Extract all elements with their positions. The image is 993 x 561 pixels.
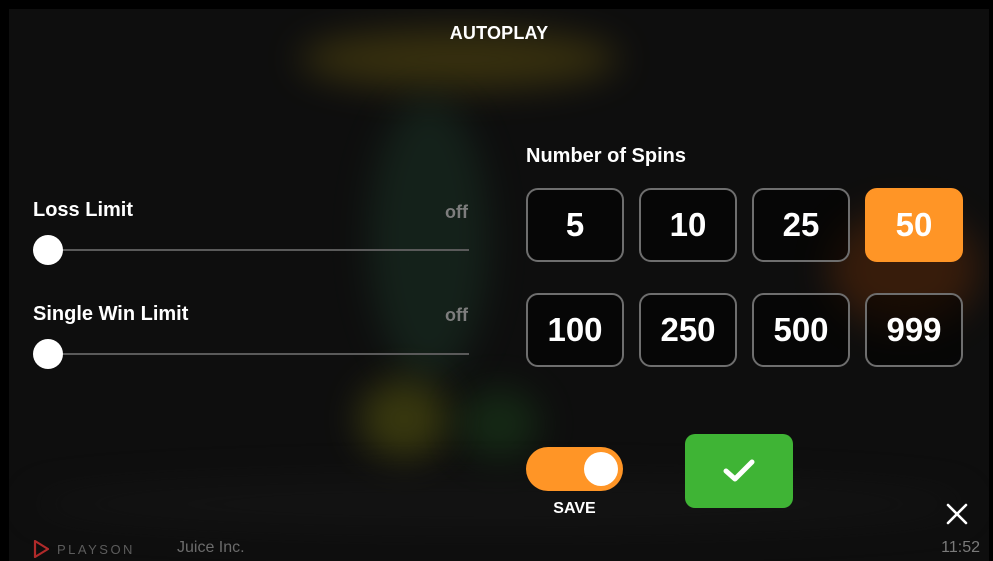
dialog-title: AUTOPLAY <box>449 23 549 43</box>
spin-option-button[interactable]: 500 <box>752 293 850 367</box>
brand-name: PLAYSON <box>57 541 135 557</box>
single-win-limit-slider[interactable] <box>33 339 469 369</box>
number-of-spins-title: Number of Spins <box>526 145 687 167</box>
close-button[interactable] <box>943 500 971 528</box>
background-bottom-bar <box>29 479 969 529</box>
single-win-limit-label: Single Win Limit <box>33 303 189 325</box>
loss-limit-label: Loss Limit <box>33 199 134 221</box>
slider-track <box>47 353 469 355</box>
clock-time: 11:52 <box>941 539 980 556</box>
spin-option-button[interactable]: 50 <box>865 188 963 262</box>
spin-option-button[interactable]: 100 <box>526 293 624 367</box>
background-fruit <box>459 389 539 459</box>
close-icon <box>946 503 968 525</box>
playson-logo-icon <box>33 540 49 558</box>
save-label: SAVE <box>553 500 596 517</box>
company-name: Juice Inc. <box>177 539 245 556</box>
slider-track <box>47 249 469 251</box>
background-fruit <box>359 379 449 459</box>
spin-option-button[interactable]: 250 <box>639 293 737 367</box>
loss-limit-value: off <box>445 202 468 222</box>
checkmark-icon <box>723 459 755 482</box>
spin-option-button[interactable]: 10 <box>639 188 737 262</box>
brand-logo: PLAYSON <box>33 540 135 558</box>
spin-option-button[interactable]: 25 <box>752 188 850 262</box>
spin-option-button[interactable]: 999 <box>865 293 963 367</box>
save-toggle[interactable] <box>526 447 623 491</box>
single-win-limit-value: off <box>445 305 468 325</box>
spin-option-button[interactable]: 5 <box>526 188 624 262</box>
loss-limit-slider[interactable] <box>33 235 469 265</box>
confirm-button[interactable] <box>685 434 793 508</box>
toggle-knob <box>584 452 618 486</box>
spin-options-grid: 5 10 25 50 100 250 500 999 <box>526 188 963 367</box>
autoplay-dialog: AUTOPLAY Loss Limit off Single Win Limit… <box>9 9 989 561</box>
slider-thumb[interactable] <box>33 235 63 265</box>
slider-thumb[interactable] <box>33 339 63 369</box>
